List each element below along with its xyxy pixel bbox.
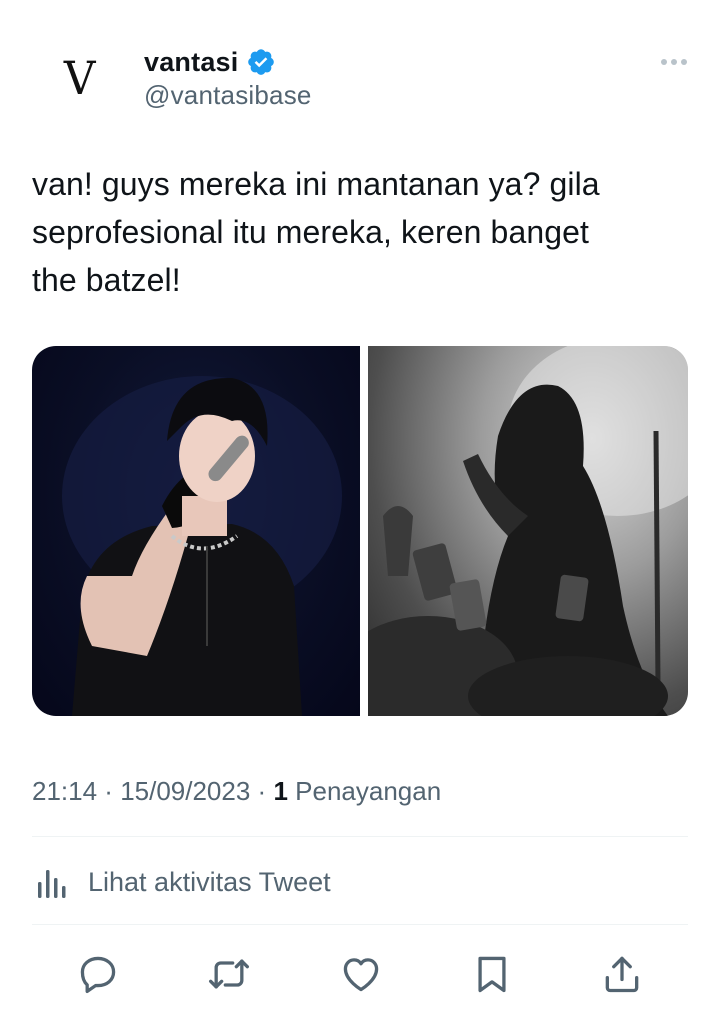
avatar-logo-letter: V (64, 51, 96, 105)
tweet-text-line: van! guys mereka ini mantanan ya? gila (32, 166, 600, 202)
like-button[interactable] (337, 950, 385, 998)
retweet-icon (209, 959, 249, 989)
tweet-media-grid (32, 346, 688, 716)
reply-icon (80, 956, 116, 994)
views-count: 1 (273, 776, 288, 806)
photo-performer-male-illustration (62, 376, 342, 716)
tweet-photo-1[interactable] (32, 346, 360, 716)
tweet-time[interactable]: 21:14 (32, 776, 97, 806)
like-icon (343, 958, 379, 992)
analytics-icon (38, 870, 66, 898)
tweet-text-line: seprofesional itu mereka, keren banget (32, 214, 590, 250)
view-activity-label: Lihat aktivitas Tweet (88, 866, 331, 897)
author-handle[interactable]: @vantasibase (144, 80, 312, 111)
meta-separator: · (97, 776, 121, 806)
meta-separator: · (250, 776, 274, 806)
views-label: Penayangan (295, 776, 442, 806)
photo-performer-female-illustration (368, 346, 688, 716)
more-options-icon[interactable] (656, 50, 692, 74)
divider (32, 924, 688, 925)
view-tweet-activity[interactable]: Lihat aktivitas Tweet (32, 858, 331, 906)
retweet-button[interactable] (205, 950, 253, 998)
share-button[interactable] (598, 950, 646, 998)
tweet-text-line: the batzel! (32, 262, 181, 298)
tweet-photo-2[interactable] (368, 346, 688, 716)
verified-badge-icon[interactable] (246, 47, 276, 77)
reply-button[interactable] (74, 950, 122, 998)
divider (32, 836, 688, 837)
share-icon (605, 956, 639, 993)
author-name-row[interactable]: vantasi (144, 44, 276, 80)
bookmark-button[interactable] (468, 950, 516, 998)
tweet-date[interactable]: 15/09/2023 (120, 776, 250, 806)
bookmark-icon (478, 956, 506, 993)
author-avatar[interactable]: V (40, 38, 120, 118)
tweet-text: van! guys mereka ini mantanan ya? gila s… (32, 160, 692, 304)
author-display-name[interactable]: vantasi (144, 47, 238, 78)
tweet-meta: 21:14 · 15/09/2023 · 1 Penayangan (32, 776, 441, 807)
